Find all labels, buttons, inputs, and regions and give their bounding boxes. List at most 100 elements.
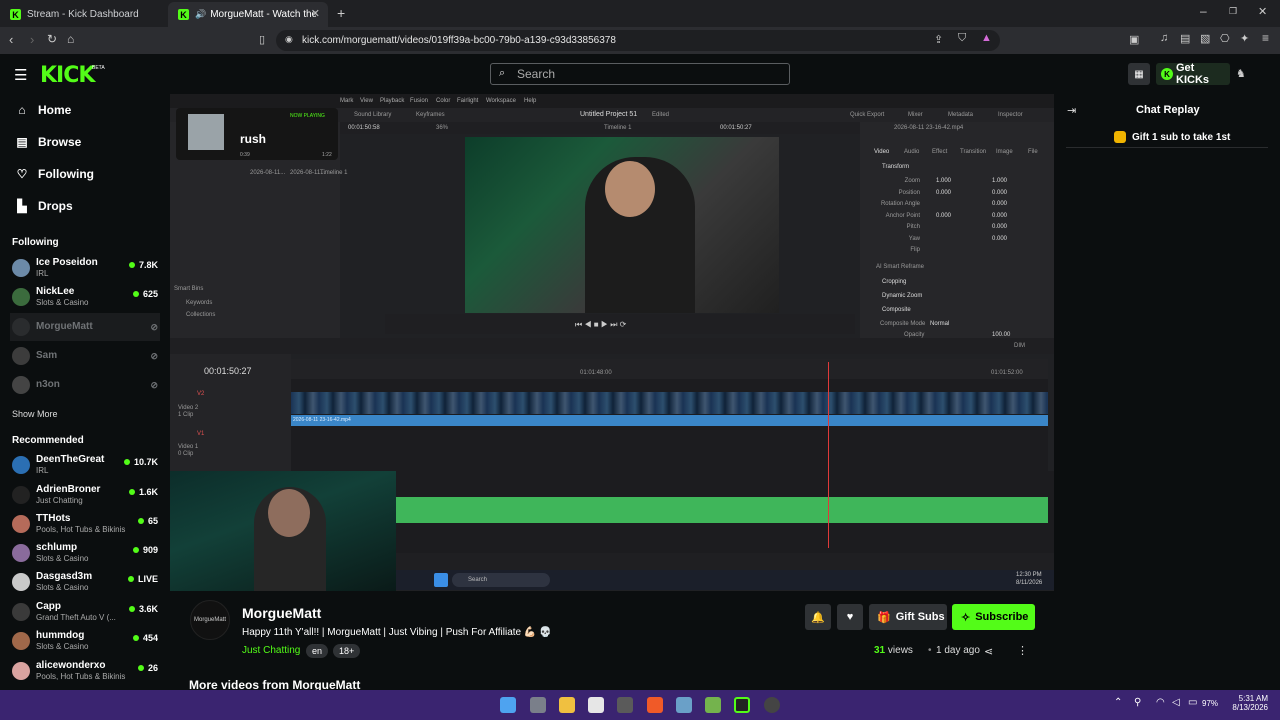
video-clip-thumbnails[interactable] [291, 392, 1048, 414]
inspector-row-x[interactable]: 0.000 [936, 213, 951, 219]
inspector-row-y[interactable]: 0.000 [992, 190, 1007, 196]
video-player[interactable]: Mark View Playback Fusion Color Fairligh… [170, 94, 1054, 591]
inspector-row-y[interactable]: 0.000 [992, 224, 1007, 230]
task-view-icon[interactable] [530, 697, 546, 713]
reload-icon[interactable]: ↻ [47, 32, 57, 46]
follow-button[interactable]: ♥ [837, 604, 863, 630]
menu-icon[interactable]: ≡ [1262, 31, 1269, 45]
brave-icon[interactable] [647, 697, 663, 713]
tag-age[interactable]: 18+ [333, 644, 361, 658]
inspector-row-x[interactable]: 0.000 [936, 190, 951, 196]
sidebar-channel-capp[interactable]: Capp Grand Theft Auto V (... 3.6K [10, 598, 160, 626]
sidebar-channel-nicklee[interactable]: NickLee Slots & Casino 625 [10, 283, 160, 311]
streamer-avatar[interactable]: MorgueMatt [190, 600, 230, 640]
hamburger-menu-icon[interactable]: ☰ [14, 66, 27, 84]
inspector-row-y[interactable]: 1.000 [992, 178, 1007, 184]
nav-home[interactable]: ⌂ Home [14, 100, 71, 120]
sidebar-channel-sam[interactable]: Sam ⊘ [10, 342, 160, 370]
maximize-icon[interactable]: ❐ [1229, 6, 1237, 17]
composite-mode-value[interactable]: Normal [930, 321, 949, 327]
sidebar-channel-alicewonderxo[interactable]: alicewonderxo Pools, Hot Tubs & Bikinis … [10, 657, 160, 685]
close-window-icon[interactable]: ✕ [1258, 5, 1267, 18]
section-smart-reframe[interactable]: AI Smart Reframe [876, 264, 924, 270]
brave-shield-icon[interactable]: ⛉ [958, 32, 966, 45]
sidebar-channel-tthots[interactable]: TTHots Pools, Hot Tubs & Bikinis 65 [10, 510, 160, 538]
battery-icon[interactable]: ▭ [1188, 697, 1197, 708]
transport-buttons-icon[interactable]: ⏮ ◀ ■ ▶ ⏭ ⟳ [575, 320, 626, 330]
playhead[interactable] [828, 362, 829, 548]
tab-morguematt-vod[interactable]: K 🔊 MorgueMatt - Watch the VO ✕ [168, 2, 328, 27]
sidebar-channel-morguematt[interactable]: MorgueMatt ⊘ [10, 313, 160, 341]
stream-category[interactable]: Just Chatting [242, 645, 300, 656]
search-input[interactable]: ⌕ Search [490, 63, 790, 85]
sidebar-channel-deenthegreat[interactable]: DeenTheGreat IRL 10.7K [10, 451, 160, 479]
calculator-icon[interactable] [676, 697, 692, 713]
url-field[interactable]: ◉ kick.com/morguematt/videos/019ff39a-bc… [276, 30, 1000, 51]
inspector-tab-file[interactable]: File [1028, 149, 1038, 155]
vpn-icon[interactable]: ⎔ [1220, 32, 1230, 45]
notepad-icon[interactable] [588, 697, 604, 713]
nav-following[interactable]: ♡ Following [14, 164, 94, 184]
inspector-row-x[interactable]: 1.000 [936, 178, 951, 184]
wifi-icon[interactable]: ◠ [1156, 697, 1165, 708]
home-icon[interactable]: ⌂ [67, 32, 74, 46]
audio-clip[interactable] [396, 497, 1048, 523]
inspector-tab-image[interactable]: Image [996, 149, 1013, 155]
clapper-icon[interactable] [617, 697, 633, 713]
sidebar-channel-schlump[interactable]: schlump Slots & Casino 909 [10, 539, 160, 567]
media-icon[interactable]: ♫ [1160, 32, 1168, 44]
collapse-chat-icon[interactable]: ⇥ [1067, 104, 1076, 117]
wallet-icon[interactable]: ▧ [1200, 32, 1210, 45]
start-icon[interactable] [500, 697, 516, 713]
section-composite[interactable]: Composite [882, 307, 911, 313]
kick-logo[interactable]: KICK [40, 63, 95, 88]
inspector-tab-transition[interactable]: Transition [960, 149, 986, 155]
sidebar-channel-ice-poseidon[interactable]: Ice Poseidon IRL 7.8K [10, 254, 160, 282]
new-tab-icon[interactable]: + [337, 5, 345, 21]
transport-controls[interactable]: ⏮ ◀ ■ ▶ ⏭ ⟳ [385, 314, 855, 334]
brave-rewards-icon[interactable]: ▲ [981, 32, 992, 44]
more-options-icon[interactable]: ⋮ [1017, 644, 1028, 657]
volume-icon[interactable]: ◁ [1172, 697, 1180, 708]
share-icon[interactable]: ⋖ [984, 645, 993, 658]
section-cropping[interactable]: Cropping [882, 279, 906, 285]
video-clip[interactable]: 2026-08-11 23-16-42.mp4 [291, 415, 1048, 426]
share-icon[interactable]: ⇪ [934, 33, 943, 46]
dashboard-button[interactable]: ▦ [1128, 63, 1150, 85]
file-explorer-icon[interactable] [559, 697, 575, 713]
inspector-row-y[interactable]: 0.000 [992, 201, 1007, 207]
resolve-icon[interactable] [764, 697, 780, 713]
tag-language[interactable]: en [306, 644, 329, 658]
inspector-row-y[interactable]: 0.000 [992, 236, 1007, 242]
forward-icon[interactable]: › [30, 32, 34, 47]
bookmark-icon[interactable]: ▯ [259, 33, 265, 46]
user-avatar-icon[interactable]: ♞ [1236, 67, 1246, 80]
sidebar-channel-hummdog[interactable]: hummdog Slots & Casino 454 [10, 627, 160, 655]
gift-sub-prompt[interactable]: Gift 1 sub to take 1st [1066, 127, 1268, 148]
sidebar-channel-n3on[interactable]: n3on ⊘ [10, 371, 160, 399]
nav-browse[interactable]: ▤ Browse [14, 132, 81, 152]
leo-ai-icon[interactable]: ✦ [1240, 32, 1249, 45]
tab-kick-dashboard[interactable]: K Stream - Kick Dashboard [0, 2, 166, 27]
sidebar-toggle-icon[interactable]: ▤ [1180, 32, 1190, 45]
section-dynamic-zoom[interactable]: Dynamic Zoom [882, 293, 922, 299]
taskbar-clock[interactable]: 5:31 AM 8/13/2026 [1222, 694, 1268, 712]
section-transform[interactable]: Transform [882, 164, 909, 170]
inspector-tab-audio[interactable]: Audio [904, 149, 919, 155]
get-kicks-button[interactable]: K Get KICKs [1156, 62, 1230, 86]
gift-subs-button[interactable]: 🎁 Gift Subs [869, 604, 947, 630]
minimize-icon[interactable]: – [1200, 4, 1207, 18]
obs-icon[interactable] [734, 697, 750, 713]
app-icon[interactable] [705, 697, 721, 713]
timeline-ruler[interactable]: 01:01:48:00 01:01:52:00 [291, 359, 1048, 379]
show-more-link[interactable]: Show More [12, 409, 58, 419]
streamer-name[interactable]: MorgueMatt [242, 605, 321, 621]
reader-mode-icon[interactable]: ▣ [1129, 33, 1139, 46]
nav-drops[interactable]: ▙ Drops [14, 196, 72, 216]
site-info-icon[interactable]: ◉ [285, 34, 293, 45]
tray-chevron-icon[interactable]: ⌃ [1114, 697, 1122, 708]
mic-icon[interactable]: ⚲ [1134, 697, 1141, 708]
back-icon[interactable]: ‹ [9, 32, 13, 47]
dim-button[interactable]: DIM [1014, 343, 1025, 349]
sidebar-channel-dasgasd3m[interactable]: Dasgasd3m Slots & Casino LIVE [10, 568, 160, 596]
